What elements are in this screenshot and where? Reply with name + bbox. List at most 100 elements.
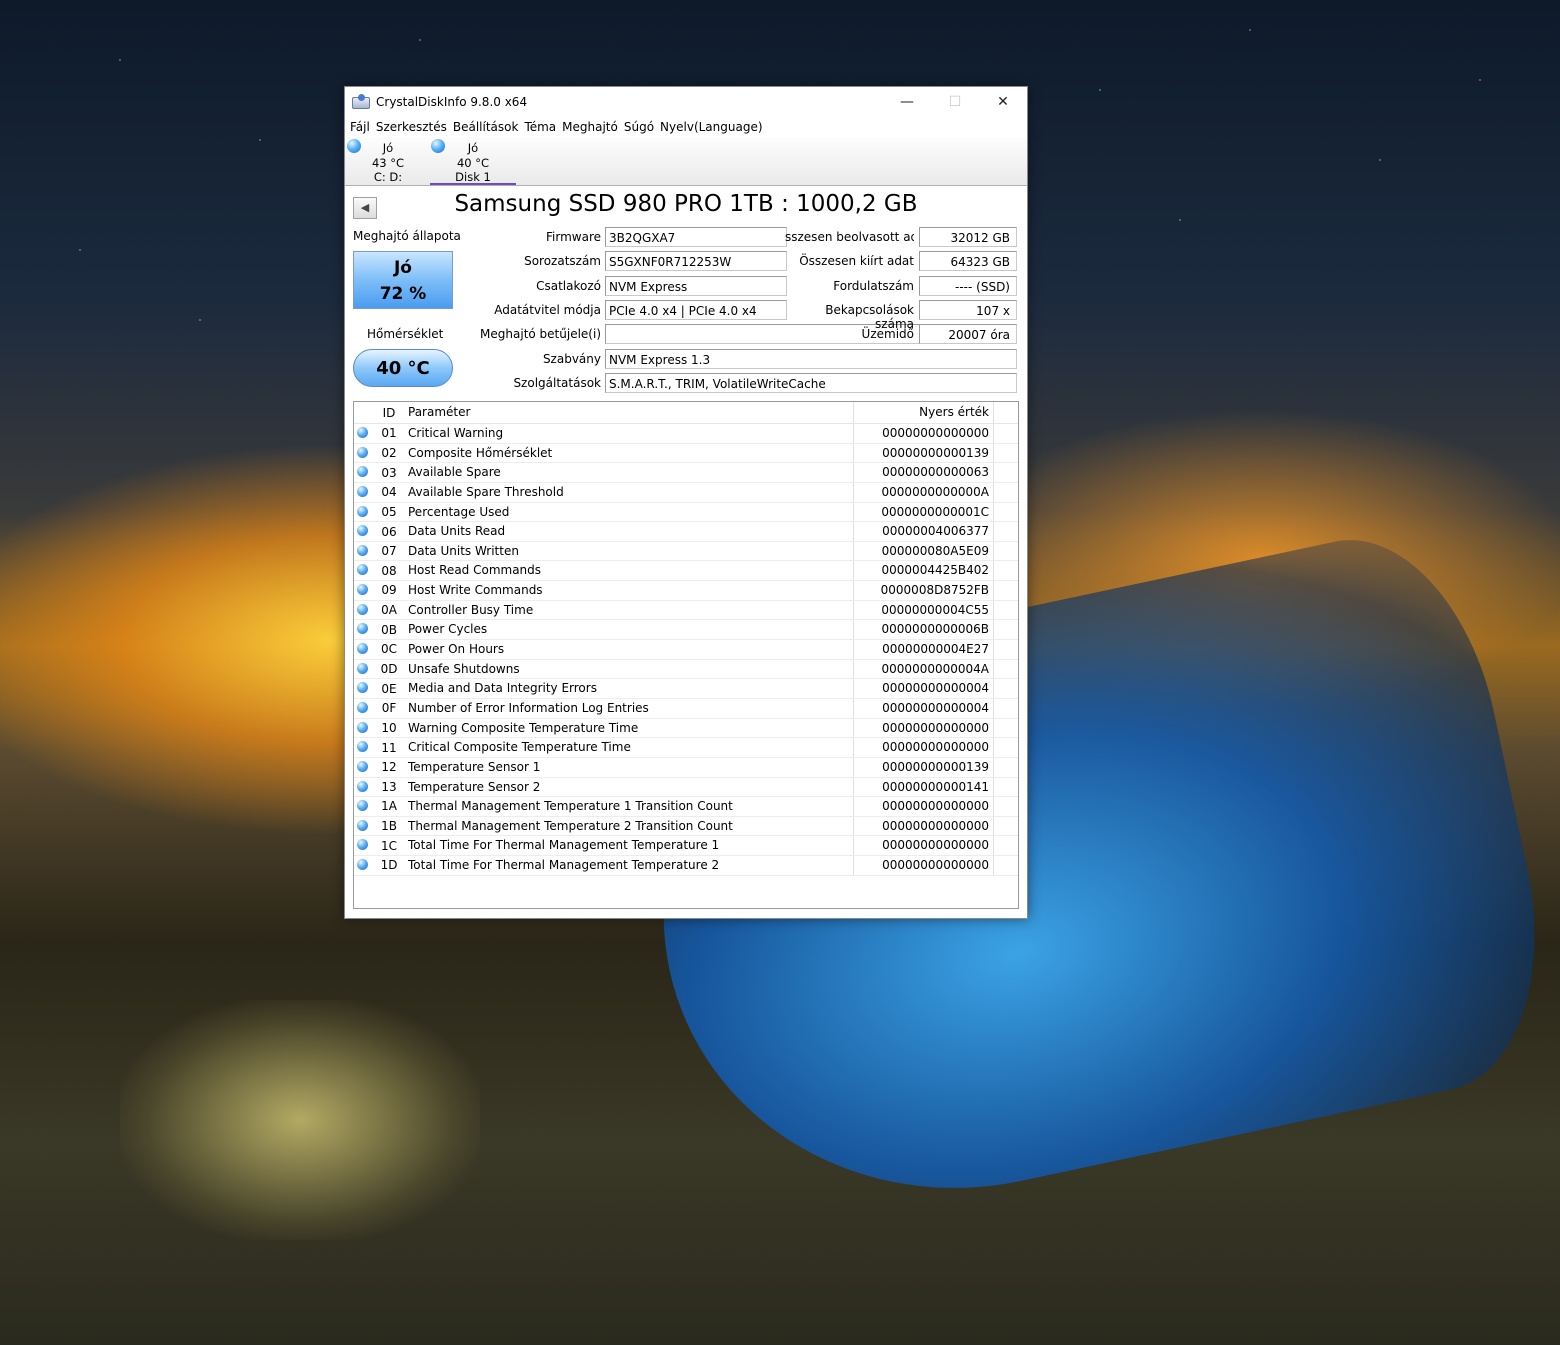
attribute-raw-value: 00000000000000 — [854, 718, 994, 738]
menu-edit[interactable]: Szerkesztés — [375, 120, 452, 134]
status-dot-icon — [357, 741, 368, 753]
table-row[interactable]: 0A Controller Busy Time 00000000004C55 — [354, 600, 1018, 621]
attribute-raw-value: 0000008D8752FB — [854, 581, 994, 600]
menu-theme[interactable]: Téma — [523, 120, 561, 134]
minimize-button[interactable]: — — [883, 87, 931, 117]
table-row[interactable]: 1D Total Time For Thermal Management Temp… — [354, 856, 1018, 876]
menu-settings[interactable]: Beállítások — [452, 120, 524, 134]
title-bar[interactable]: CrystalDiskInfo 9.8.0 x64 — ☐ ✕ — [345, 87, 1027, 117]
firmware-label: Firmware — [546, 230, 601, 244]
power-on-count-value: 107 x — [919, 300, 1017, 320]
table-row[interactable]: 02 Composite Hőmérséklet 00000000000139 — [354, 443, 1018, 464]
menu-file[interactable]: Fájl — [349, 120, 375, 134]
table-row[interactable]: 0B Power Cycles 0000000000006B — [354, 620, 1018, 641]
attribute-raw-value: 0000000000000A — [854, 482, 994, 502]
table-row[interactable]: 1C Total Time For Thermal Management Temp… — [354, 836, 1018, 857]
table-row[interactable]: 11 Critical Composite Temperature Time 000… — [354, 738, 1018, 758]
status-orb-cell — [354, 542, 374, 561]
attribute-raw-value: 00000000000139 — [854, 443, 994, 463]
smart-table-header: ID Paraméter Nyers érték — [354, 402, 1018, 424]
features-label: Szolgáltatások — [513, 376, 601, 390]
status-dot-icon — [357, 427, 368, 438]
column-header-id[interactable]: ID — [374, 406, 404, 420]
power-on-hours-value: 20007 óra — [919, 324, 1017, 344]
attribute-name: Critical Warning — [404, 424, 854, 443]
column-header-raw[interactable]: Nyers érték — [854, 402, 994, 423]
status-dot-icon — [357, 800, 368, 812]
menu-help[interactable]: Súgó — [623, 120, 659, 134]
health-status-box[interactable]: Jó 72 % — [353, 251, 453, 309]
status-dot-icon — [357, 466, 368, 478]
attribute-name: Available Spare — [404, 463, 854, 482]
menu-drive[interactable]: Meghajtó — [561, 120, 623, 134]
table-row[interactable]: 05 Percentage Used 0000000000001C — [354, 502, 1018, 523]
column-header-param[interactable]: Paraméter — [404, 402, 854, 423]
status-dot-icon — [357, 505, 368, 517]
close-button[interactable]: ✕ — [979, 87, 1027, 117]
tab-name: Disk 1 — [455, 170, 491, 184]
menu-language[interactable]: Nyelv(Language) — [659, 120, 767, 134]
attribute-id: 1A — [381, 799, 397, 814]
table-row[interactable]: 0E Media and Data Integrity Errors 0000000… — [354, 679, 1018, 699]
maximize-button[interactable]: ☐ — [931, 87, 979, 117]
table-row[interactable]: 03 Available Spare 00000000000063 — [354, 463, 1018, 483]
smart-table[interactable]: ID Paraméter Nyers érték 01 Critical Warn… — [353, 401, 1019, 909]
table-row[interactable]: 0F Number of Error Information Log Entrie… — [354, 698, 1018, 719]
attribute-raw-value: 00000000004C55 — [854, 600, 994, 620]
attribute-name: Critical Composite Temperature Time — [404, 738, 854, 757]
table-row[interactable]: 07 Data Units Written 000000080A5E09 — [354, 541, 1018, 562]
attribute-name: Host Write Commands — [404, 581, 854, 600]
status-dot-icon — [357, 643, 368, 655]
window-controls: — ☐ ✕ — [883, 87, 1027, 117]
attribute-name: Data Units Written — [404, 541, 854, 561]
status-dot-icon — [357, 446, 368, 458]
table-row[interactable]: 08 Host Read Commands 0000004425B402 — [354, 561, 1018, 582]
status-orb-cell — [354, 640, 374, 659]
status-orb-icon — [431, 139, 445, 153]
previous-disk-button[interactable]: ◀ — [353, 197, 377, 219]
status-orb-cell — [354, 660, 374, 679]
status-dot-icon — [357, 701, 368, 713]
status-dot-icon — [357, 584, 368, 596]
attribute-id: 07 — [381, 544, 397, 559]
attribute-name: Power Cycles — [404, 620, 854, 640]
status-orb-cell — [354, 856, 374, 875]
attribute-raw-value: 00000000000141 — [854, 777, 994, 797]
status-orb-cell — [354, 601, 374, 620]
app-disk-icon — [352, 94, 370, 110]
table-row[interactable]: 12 Temperature Sensor 1 00000000000139 — [354, 757, 1018, 778]
attribute-raw-value: 00000000000000 — [854, 424, 994, 443]
table-row[interactable]: 13 Temperature Sensor 2 00000000000141 — [354, 777, 1018, 798]
attribute-raw-value: 00000000000004 — [854, 698, 994, 718]
temperature-box[interactable]: 40 °C — [353, 349, 453, 387]
menu-bar: Fájl Szerkesztés Beállítások Téma Meghaj… — [345, 117, 1027, 137]
table-row[interactable]: 06 Data Units Read 00000004006377 — [354, 522, 1018, 542]
window-title: CrystalDiskInfo 9.8.0 x64 — [376, 95, 528, 109]
table-row[interactable]: 01 Critical Warning 00000000000000 — [354, 424, 1018, 444]
table-row[interactable]: 04 Available Spare Threshold 0000000000000… — [354, 482, 1018, 503]
firmware-value: 3B2QGXA7 — [605, 227, 787, 247]
attribute-raw-value: 00000000000000 — [854, 816, 994, 836]
table-row[interactable]: 0C Power On Hours 00000000004E27 — [354, 640, 1018, 660]
table-row[interactable]: 10 Warning Composite Temperature Time 0000… — [354, 718, 1018, 739]
table-row[interactable]: 1A Thermal Management Temperature 1 Trans… — [354, 797, 1018, 817]
status-orb-cell — [354, 778, 374, 797]
attribute-name: Available Spare Threshold — [404, 482, 854, 502]
rotation-rate-label: Fordulatszám — [833, 279, 914, 293]
total-writes-label: Összesen kiírt adat — [799, 254, 914, 268]
status-orb-cell — [354, 797, 374, 816]
attribute-id: 0B — [381, 622, 397, 637]
temperature-label: Hőmérséklet — [367, 327, 444, 341]
transfer-mode-value: PCIe 4.0 x4 | PCIe 4.0 x4 — [605, 300, 787, 320]
disk-tab-disk1[interactable]: Jó 40 °C Disk 1 — [430, 137, 516, 185]
table-row[interactable]: 0D Unsafe Shutdowns 0000000000004A — [354, 659, 1018, 680]
attribute-id: 01 — [381, 426, 397, 441]
table-row[interactable]: 09 Host Write Commands 0000008D8752FB — [354, 581, 1018, 601]
table-row[interactable]: 1B Thermal Management Temperature 2 Trans… — [354, 816, 1018, 837]
disk-tab-cd[interactable]: Jó 43 °C C: D: — [345, 137, 431, 185]
features-value: S.M.A.R.T., TRIM, VolatileWriteCache — [605, 373, 1017, 393]
status-orb-cell — [354, 719, 374, 738]
attribute-id: 1B — [381, 819, 397, 834]
wallpaper-crab — [120, 1000, 480, 1240]
status-orb-cell — [354, 463, 374, 482]
